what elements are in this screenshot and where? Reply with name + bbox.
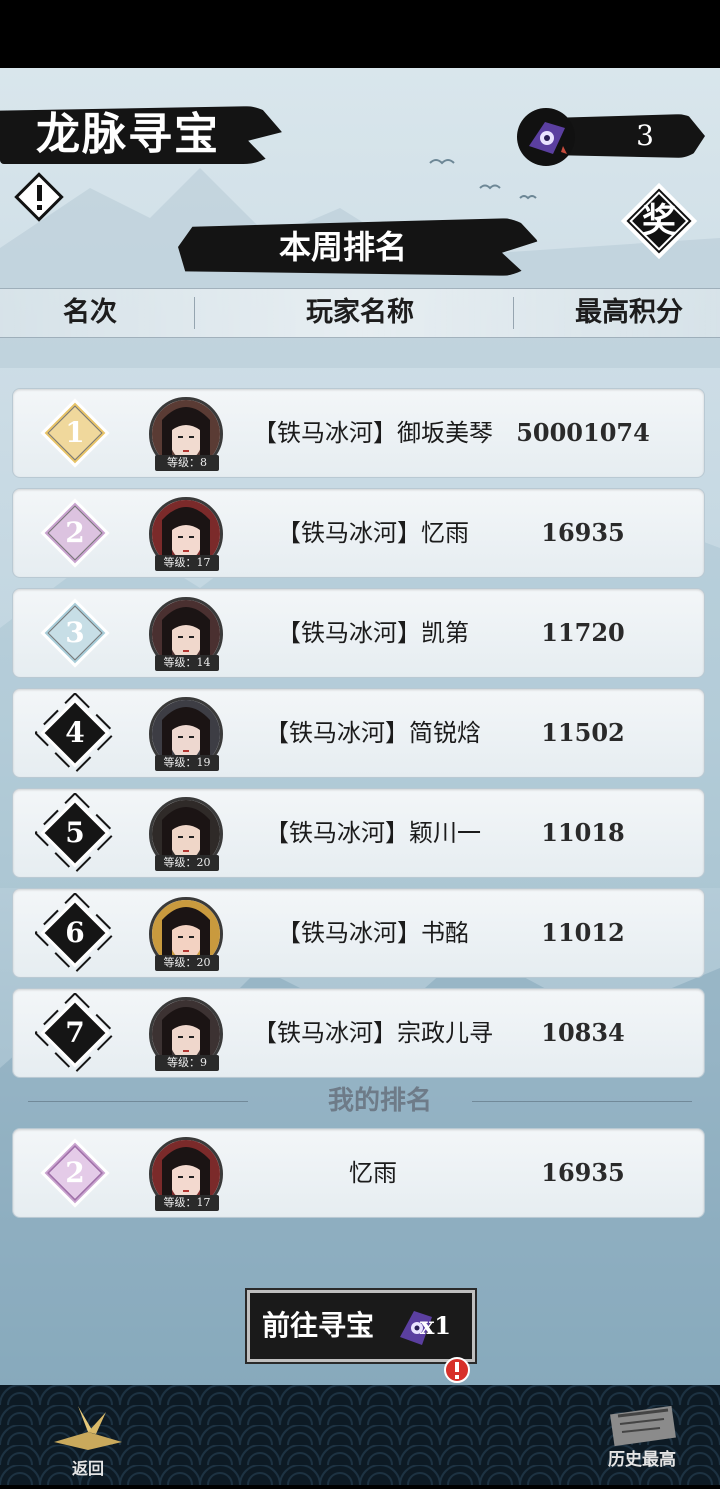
go-treasure-label: 前往寻宝 <box>262 1309 375 1342</box>
level-tag: 等级：20 <box>155 855 219 871</box>
player-score: 11720 <box>541 618 625 647</box>
player-score: 11012 <box>541 918 625 947</box>
table-row[interactable]: 1 等级：8 【铁马冰河】御坂美琴 50001074 <box>12 388 705 478</box>
column-rank: 名次 <box>63 297 117 328</box>
player-score: 50001074 <box>516 418 650 447</box>
player-name: 【铁马冰河】忆雨 <box>277 519 469 547</box>
exclamation-diamond-icon[interactable] <box>14 172 64 222</box>
column-divider <box>513 297 514 329</box>
my-rank-label: 我的排名 <box>327 1086 432 1116</box>
status-bar <box>0 0 720 68</box>
back-label: 返回 <box>71 1459 104 1478</box>
my-rank-row[interactable]: 2 等级：17 忆雨 16935 <box>12 1128 705 1218</box>
alert-badge-icon <box>444 1357 470 1383</box>
table-row[interactable]: 4 等级：19 【铁马冰河】简锐焓 11502 <box>12 688 705 778</box>
level-tag: 等级：20 <box>155 955 219 971</box>
divider-line <box>472 1101 692 1102</box>
player-name: 【铁马冰河】宗政儿寻 <box>253 1019 493 1047</box>
section-title: 本周排名 <box>278 228 407 266</box>
go-treasure-button[interactable]: 前往寻宝 x1 <box>247 1290 475 1362</box>
reward-diamond-icon: 奖 <box>620 182 698 260</box>
history-high-label: 历史最高 <box>608 1450 676 1470</box>
game-screen: 龙脉寻宝 3 奖 本周排名 名次 玩家名称 最高积分 1 等级：8 【铁马冰河】… <box>0 68 720 1385</box>
player-score: 16935 <box>541 1158 625 1187</box>
rank-number: 6 <box>65 916 85 949</box>
rank-number: 5 <box>65 816 85 849</box>
rank-number: 2 <box>65 516 85 549</box>
page-title: 龙脉寻宝 <box>36 109 220 160</box>
go-treasure-multiplier: x1 <box>420 1311 452 1340</box>
rank-number: 7 <box>65 1016 85 1049</box>
level-tag: 等级：8 <box>155 455 219 471</box>
divider-line <box>28 1101 248 1102</box>
level-tag: 等级：9 <box>155 1055 219 1071</box>
player-name: 【铁马冰河】御坂美琴 <box>253 419 493 447</box>
player-name: 忆雨 <box>349 1159 397 1187</box>
token-count: 3 <box>636 119 654 152</box>
treasure-map-token-icon <box>517 108 575 166</box>
player-name: 【铁马冰河】书酩 <box>277 919 469 947</box>
player-score: 10834 <box>541 1018 625 1047</box>
player-name: 【铁马冰河】凯第 <box>277 619 469 647</box>
level-tag: 等级：19 <box>155 755 219 771</box>
player-score: 11018 <box>541 818 625 847</box>
level-tag: 等级：17 <box>155 555 219 571</box>
rank-number: 3 <box>65 616 85 649</box>
rank-number: 4 <box>65 716 85 749</box>
player-score: 16935 <box>541 518 625 547</box>
player-name: 【铁马冰河】颖川一 <box>265 819 481 847</box>
table-row[interactable]: 5 等级：20 【铁马冰河】颖川一 11018 <box>12 788 705 878</box>
level-tag: 等级：14 <box>155 655 219 671</box>
reward-label: 奖 <box>642 201 676 241</box>
player-score: 11502 <box>541 718 625 747</box>
player-name: 【铁马冰河】简锐焓 <box>265 719 481 747</box>
table-row[interactable]: 7 等级：9 【铁马冰河】宗政儿寻 10834 <box>12 988 705 1078</box>
column-divider <box>194 297 195 329</box>
column-high-score: 最高积分 <box>575 297 683 328</box>
paper-crane-icon <box>54 1406 122 1450</box>
my-rank-divider: 我的排名 <box>28 1086 692 1116</box>
level-tag: 等级：17 <box>155 1195 219 1211</box>
ranking-header: 名次 玩家名称 最高积分 <box>0 288 720 338</box>
rank-number: 1 <box>65 416 85 449</box>
column-player-name: 玩家名称 <box>306 297 414 328</box>
reward-button[interactable]: 奖 <box>614 174 704 272</box>
table-row[interactable]: 6 等级：20 【铁马冰河】书酩 11012 <box>12 888 705 978</box>
rank-number: 2 <box>65 1156 85 1189</box>
table-row[interactable]: 2 等级：17 【铁马冰河】忆雨 16935 <box>12 488 705 578</box>
table-row[interactable]: 3 等级：14 【铁马冰河】凯第 11720 <box>12 588 705 678</box>
